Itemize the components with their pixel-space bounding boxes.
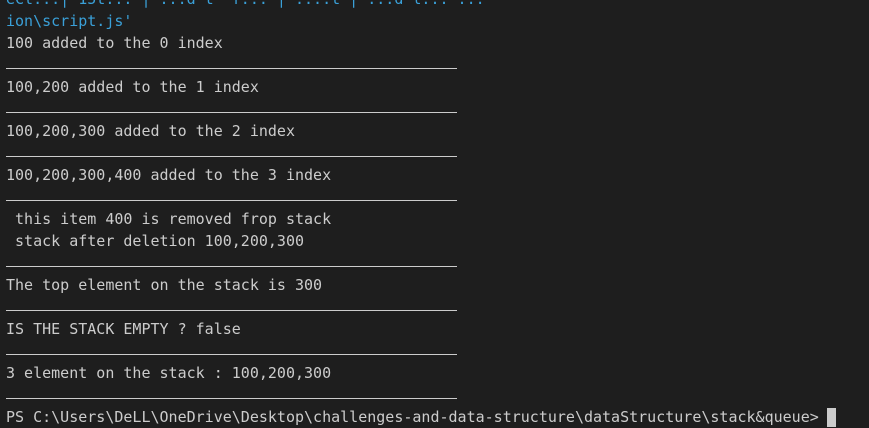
terminal-panel[interactable]: eCl...| 15t... | ...d t f... | ....t | .…	[6, 0, 869, 427]
separator-line	[6, 142, 869, 164]
separator-line	[6, 296, 869, 318]
separator-line	[6, 98, 869, 120]
separator-line	[6, 54, 869, 76]
script-path-line: ion\script.js'	[6, 12, 133, 30]
output-line: 100,200,300 added to the 2 index	[6, 122, 295, 140]
output-line: IS THE STACK EMPTY ? false	[6, 320, 241, 338]
output-line: stack after deletion 100,200,300	[6, 232, 305, 250]
truncated-command-line: eCl...| 15t... | ...d t f... | ....t | .…	[6, 0, 869, 10]
output-line: this item 400 is removed frop stack	[6, 210, 332, 228]
separator-line	[6, 186, 869, 208]
output-line: 100,200,300,400 added to the 3 index	[6, 166, 332, 184]
output-line: The top element on the stack is 300	[6, 276, 323, 294]
output-line: 100,200 added to the 1 index	[6, 78, 259, 96]
prompt-row[interactable]: PS C:\Users\DeLL\OneDrive\Desktop\challe…	[6, 406, 869, 428]
output-line: 3 element on the stack : 100,200,300	[6, 364, 332, 382]
powershell-prompt: PS C:\Users\DeLL\OneDrive\Desktop\challe…	[6, 408, 819, 426]
separator-line	[6, 340, 869, 362]
separator-line	[6, 252, 869, 274]
text-cursor[interactable]	[826, 407, 836, 427]
separator-line	[6, 384, 869, 406]
output-line: 100 added to the 0 index	[6, 34, 223, 52]
